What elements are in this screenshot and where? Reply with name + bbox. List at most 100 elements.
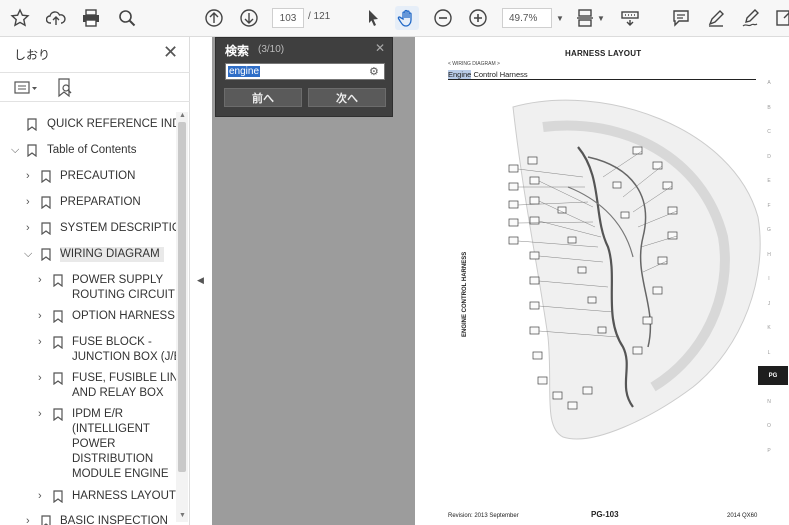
chevron-right-icon[interactable]: › [26, 169, 30, 184]
select-cursor-icon[interactable] [361, 6, 385, 30]
index-letter: B [767, 105, 771, 111]
bookmark-power-supply-routing-circuit[interactable]: › POWER SUPPLY ROUTING CIRCUIT [0, 273, 176, 305]
bookmark-tree: QUICK REFERENCE INDEX ⌵ Table of Content… [0, 112, 176, 525]
scrollbar-thumb[interactable] [178, 122, 186, 472]
chevron-right-icon[interactable]: › [38, 309, 42, 324]
page-number-input[interactable]: 103 [272, 8, 304, 28]
next-page-icon[interactable] [237, 6, 261, 30]
bookmark-system-description[interactable]: › SYSTEM DESCRIPTION [0, 221, 176, 237]
options-menu-icon[interactable] [14, 80, 38, 96]
index-letter: I [768, 276, 770, 282]
index-letter: O [767, 423, 771, 429]
previous-page-icon[interactable] [202, 6, 226, 30]
print-icon[interactable] [79, 6, 103, 30]
zoom-level-field[interactable]: 49.7% [502, 8, 552, 28]
keyboard-tool-icon[interactable] [618, 6, 642, 30]
bookmark-fuse-block-junction-box[interactable]: › FUSE BLOCK - JUNCTION BOX (J/B) [0, 335, 176, 367]
page-layout-dropdown-icon[interactable]: ▼ [597, 14, 605, 23]
chevron-right-icon[interactable]: › [38, 371, 42, 386]
bookmarks-scrollbar[interactable]: ▲ ▼ [176, 112, 188, 522]
bookmark-label-line5: MODULE ENGINE [72, 468, 169, 480]
index-letter: C [767, 129, 771, 135]
index-letter: G [767, 227, 771, 233]
sign-pen-icon[interactable] [739, 6, 763, 30]
upload-cloud-icon[interactable] [44, 6, 68, 30]
chevron-right-icon[interactable]: › [38, 489, 42, 504]
bookmark-preparation[interactable]: › PREPARATION [0, 195, 176, 211]
bookmarks-panel-title: しおり [14, 48, 51, 62]
chevron-down-icon[interactable]: ⌵ [11, 143, 19, 158]
header-rule [448, 79, 756, 80]
bookmark-wiring-diagram[interactable]: ⌵ WIRING DIAGRAM [0, 247, 176, 263]
bookmark-quick-reference-index[interactable]: QUICK REFERENCE INDEX [0, 117, 176, 133]
bookmark-harness-layout[interactable]: › HARNESS LAYOUT [0, 489, 176, 505]
bookmark-option-harness[interactable]: › OPTION HARNESS [0, 309, 176, 325]
index-letter: J [767, 301, 771, 307]
index-letter: D [767, 154, 771, 160]
footer-model: 2014 QX60 [727, 513, 758, 519]
bookmark-precaution[interactable]: › PRECAUTION [0, 169, 176, 185]
find-previous-button[interactable]: 前へ [224, 88, 302, 107]
zoom-search-icon[interactable] [115, 6, 139, 30]
bookmark-label-line1: FUSE, FUSIBLE LINK [72, 372, 176, 384]
index-letter: H [767, 252, 771, 258]
bookmark-label: PRECAUTION [60, 170, 136, 182]
index-letter: L [767, 350, 771, 356]
bookmark-label-line3: POWER [72, 438, 116, 450]
index-letter: F [767, 203, 771, 209]
find-dialog: 検索 (3/10) ✕ engine ⚙ 前へ 次へ [215, 37, 393, 117]
zoom-dropdown-icon[interactable]: ▼ [556, 14, 564, 23]
bookmark-label-line1: FUSE BLOCK - [72, 336, 152, 348]
pdf-page: HARNESS LAYOUT < WIRING DIAGRAM > Engine… [415, 37, 789, 525]
chevron-right-icon[interactable]: › [26, 514, 30, 525]
bookmark-label: Table of Contents [47, 144, 137, 156]
gear-icon[interactable]: ⚙ [369, 65, 379, 78]
more-tools-icon[interactable] [772, 6, 789, 30]
collapse-panel-icon[interactable]: ◀ [197, 275, 204, 286]
find-input[interactable]: engine [225, 63, 385, 80]
panel-collapse-strip: ◀ [190, 37, 212, 525]
bookmark-label: PREPARATION [60, 196, 141, 208]
chevron-right-icon[interactable]: › [26, 195, 30, 210]
bookmark-fuse-fusible-link-relay-box[interactable]: › FUSE, FUSIBLE LINK AND RELAY BOX [0, 371, 176, 403]
scroll-down-icon[interactable]: ▼ [179, 512, 186, 519]
highlight-pen-icon[interactable] [704, 6, 728, 30]
close-icon[interactable]: ✕ [163, 42, 178, 63]
page-layout-icon[interactable] [573, 6, 597, 30]
hand-tool-icon[interactable] [395, 6, 419, 30]
page-title: HARNESS LAYOUT [565, 49, 642, 58]
close-icon[interactable]: ✕ [375, 41, 385, 55]
bookmark-label: BASIC INSPECTION [60, 515, 168, 525]
bookmark-label-line1: IPDM E/R [72, 408, 124, 420]
bookmark-ipdm-er[interactable]: › IPDM E/R (INTELLIGENT POWER DISTRIBUTI… [0, 407, 176, 485]
chevron-down-icon[interactable]: ⌵ [24, 247, 32, 262]
harness-layout-figure [508, 99, 761, 440]
index-letter: N [767, 399, 771, 405]
bookmark-label-line2: AND RELAY BOX [72, 387, 164, 399]
zoom-in-icon[interactable] [466, 6, 490, 30]
bookmark-label-line2: JUNCTION BOX (J/B) [72, 351, 176, 363]
zoom-out-icon[interactable] [431, 6, 455, 30]
vertical-harness-label: ENGINE CONTROL HARNESS [462, 251, 468, 337]
bookmarks-panel: しおり ✕ QUICK REFERENCE INDEX ⌵ Table of C… [0, 37, 190, 525]
bookmark-label-line1: POWER SUPPLY [72, 274, 164, 286]
chevron-right-icon[interactable]: › [38, 407, 42, 422]
bookmark-label-line2: ROUTING CIRCUIT [72, 289, 175, 301]
chevron-right-icon[interactable]: › [26, 221, 30, 236]
find-next-button[interactable]: 次へ [308, 88, 386, 107]
bookmark-label-line2: (INTELLIGENT [72, 423, 150, 435]
toolbar: 103 / 121 49.7% ▼ ▼ [0, 0, 789, 37]
chevron-right-icon[interactable]: › [38, 335, 42, 350]
index-letter: A [767, 80, 771, 86]
bookmark-basic-inspection[interactable]: › BASIC INSPECTION [0, 514, 176, 525]
bookmark-search-icon[interactable] [57, 78, 73, 98]
bookmark-table-of-contents[interactable]: ⌵ Table of Contents [0, 143, 176, 159]
find-query-text: engine [228, 66, 261, 77]
bookmark-label: WIRING DIAGRAM [60, 247, 164, 262]
scroll-up-icon[interactable]: ▲ [179, 112, 186, 119]
bookmark-star-icon[interactable] [8, 6, 32, 30]
chevron-right-icon[interactable]: › [38, 273, 42, 288]
comment-icon[interactable] [669, 6, 693, 30]
index-letter: E [767, 178, 771, 184]
bookmark-label-line4: DISTRIBUTION [72, 453, 154, 465]
